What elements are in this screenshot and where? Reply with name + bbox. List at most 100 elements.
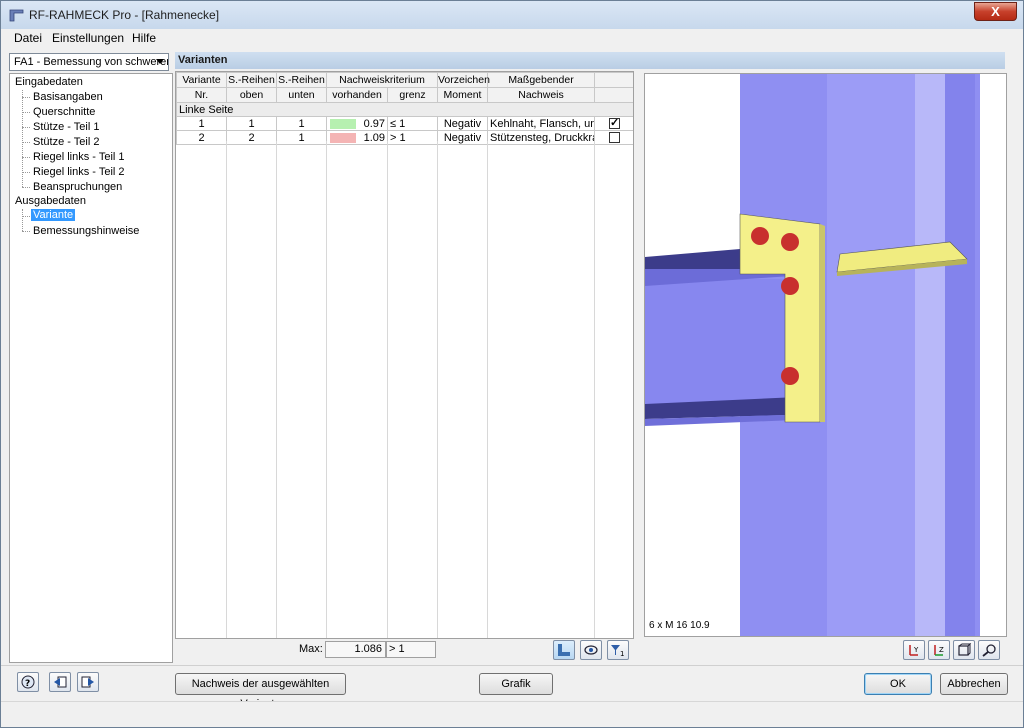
filter-icon: 1 bbox=[611, 645, 624, 658]
table-row[interactable]: 2 2 1 1.09 > 1 Negativ Stützensteg, Druc… bbox=[176, 130, 633, 145]
col-header-reihen-oben[interactable]: S.-Reihen bbox=[226, 72, 277, 88]
tree-item-beanspruchungen[interactable]: Beanspruchungen bbox=[33, 181, 122, 193]
menu-hilfe[interactable]: Hilfe bbox=[132, 31, 156, 45]
tree-item-bemessungshinweise[interactable]: Bemessungshinweise bbox=[33, 225, 139, 237]
tree-connector bbox=[22, 172, 30, 173]
eye-icon bbox=[584, 645, 598, 655]
col-subheader-check bbox=[594, 87, 633, 103]
view-iso-button[interactable] bbox=[953, 640, 975, 660]
view-z-icon: Z bbox=[934, 645, 944, 656]
cell-unten[interactable]: 1 bbox=[276, 130, 327, 145]
cell-grenz[interactable]: ≤ 1 bbox=[387, 116, 438, 131]
tree-connector bbox=[22, 231, 30, 232]
grid-column-line bbox=[387, 141, 388, 638]
cell-check[interactable] bbox=[594, 116, 633, 131]
help-button[interactable]: ? bbox=[17, 672, 39, 692]
help-icon: ? bbox=[21, 675, 35, 689]
ok-button[interactable]: OK bbox=[864, 673, 932, 695]
cell-nr[interactable]: 1 bbox=[176, 116, 227, 131]
col-header-vorzeichen[interactable]: Vorzeichen bbox=[437, 72, 490, 88]
previous-button[interactable] bbox=[49, 672, 71, 692]
tree-item-variante[interactable]: Variante bbox=[31, 209, 76, 221]
col-header-massgebend[interactable]: Maßgebender bbox=[487, 72, 595, 88]
cell-unten[interactable]: 1 bbox=[276, 116, 327, 131]
menu-bar: Datei Einstellungen Hilfe bbox=[1, 29, 1023, 47]
tree-item-stuetze-1[interactable]: Stütze - Teil 1 bbox=[33, 121, 99, 133]
case-select[interactable]: FA1 - Bemessung von schweren bbox=[9, 53, 169, 71]
tree-header-output[interactable]: Ausgabedaten bbox=[15, 195, 86, 207]
col-header-check[interactable] bbox=[594, 72, 633, 88]
cell-vorhanden-value: 0.97 bbox=[363, 117, 385, 130]
bolt bbox=[781, 367, 799, 385]
grid-column-line bbox=[594, 141, 595, 638]
cell-nachweis[interactable]: Kehlnaht, Flansch, unt bbox=[487, 116, 595, 131]
view-z-button[interactable]: Z bbox=[928, 640, 950, 660]
tree-connector bbox=[22, 187, 30, 188]
cell-moment[interactable]: Negativ bbox=[437, 130, 488, 145]
tree-connector bbox=[22, 142, 30, 143]
navigator-tree: Eingabedaten Basisangaben Querschnitte S… bbox=[9, 73, 173, 663]
col-header-nachweiskriterium[interactable]: Nachweiskriterium bbox=[326, 72, 438, 88]
menu-einstellungen[interactable]: Einstellungen bbox=[52, 31, 124, 45]
cell-nachweis[interactable]: Stützensteg, Druckkra bbox=[487, 130, 595, 145]
close-button[interactable]: X bbox=[974, 2, 1017, 21]
zoom-icon bbox=[982, 644, 996, 657]
col-header-reihen-unten[interactable]: S.-Reihen bbox=[276, 72, 327, 88]
bottom-bar: ? Nachweis der ausgewählten Variante Gra… bbox=[1, 665, 1023, 710]
ratio-bar bbox=[330, 133, 356, 143]
cancel-button[interactable]: Abbrechen bbox=[940, 673, 1008, 695]
chevron-down-icon bbox=[156, 59, 164, 64]
table-row[interactable]: 1 1 1 0.97 ≤ 1 Negativ Kehlnaht, Flansch… bbox=[176, 116, 633, 131]
grid-column-line bbox=[226, 141, 227, 638]
grafik-button[interactable]: Grafik bbox=[479, 673, 553, 695]
col-subheader-nachweis: Nachweis bbox=[487, 87, 595, 103]
table-select-button[interactable] bbox=[553, 640, 575, 660]
tree-item-riegel-1[interactable]: Riegel links - Teil 1 bbox=[33, 151, 125, 163]
title-bar: RF-RAHMECK Pro - [Rahmenecke] X bbox=[1, 1, 1023, 29]
window-title: RF-RAHMECK Pro - [Rahmenecke] bbox=[29, 8, 220, 22]
tree-header-input[interactable]: Eingabedaten bbox=[15, 76, 83, 88]
max-label: Max: bbox=[299, 643, 323, 655]
grid-footer: Max: 1.086 > 1 1 bbox=[175, 639, 634, 661]
col-subheader-moment: Moment bbox=[437, 87, 488, 103]
previous-icon bbox=[54, 676, 67, 688]
tree-item-riegel-2[interactable]: Riegel links - Teil 2 bbox=[33, 166, 125, 178]
filter-button[interactable]: 1 bbox=[607, 640, 629, 660]
view-y-button[interactable]: Y bbox=[903, 640, 925, 660]
variant-checkbox[interactable] bbox=[609, 117, 620, 130]
cell-nr[interactable]: 2 bbox=[176, 130, 227, 145]
variant-checkbox[interactable] bbox=[609, 132, 620, 144]
next-button[interactable] bbox=[77, 672, 99, 692]
svg-text:Y: Y bbox=[913, 646, 919, 654]
connection-graphic[interactable]: 6 x M 16 10.9 bbox=[644, 73, 1007, 637]
tree-connector bbox=[22, 127, 30, 128]
tree-item-stuetze-2[interactable]: Stütze - Teil 2 bbox=[33, 136, 99, 148]
cell-vorhanden[interactable]: 1.09 bbox=[326, 130, 388, 145]
col-subheader-unten: unten bbox=[276, 87, 327, 103]
variants-grid[interactable]: Variante S.-Reihen S.-Reihen Nachweiskri… bbox=[175, 71, 634, 639]
group-row: Linke Seite bbox=[176, 102, 633, 117]
menu-datei[interactable]: Datei bbox=[14, 31, 42, 45]
cell-moment[interactable]: Negativ bbox=[437, 116, 488, 131]
tree-item-querschnitte[interactable]: Querschnitte bbox=[33, 106, 95, 118]
cell-vorhanden-value: 1.09 bbox=[363, 131, 385, 144]
tree-connector bbox=[22, 216, 30, 217]
bolt bbox=[781, 233, 799, 251]
status-bar bbox=[1, 701, 1023, 727]
tree-item-basisangaben[interactable]: Basisangaben bbox=[33, 91, 103, 103]
view-button[interactable] bbox=[580, 640, 602, 660]
nachweis-button[interactable]: Nachweis der ausgewählten Variante bbox=[175, 673, 346, 710]
cell-oben[interactable]: 1 bbox=[226, 116, 277, 131]
column-highlight bbox=[915, 74, 945, 636]
graphic-toolbar: Y Z bbox=[644, 639, 1007, 661]
cell-vorhanden[interactable]: 0.97 bbox=[326, 116, 388, 131]
column-flange bbox=[827, 74, 925, 636]
cell-oben[interactable]: 2 bbox=[226, 130, 277, 145]
svg-text:1: 1 bbox=[620, 650, 624, 657]
grid-column-line bbox=[487, 141, 488, 638]
zoom-button[interactable] bbox=[978, 640, 1000, 660]
cell-check[interactable] bbox=[594, 130, 633, 145]
cell-grenz[interactable]: > 1 bbox=[387, 130, 438, 145]
svg-text:Z: Z bbox=[939, 646, 944, 654]
col-header-variante[interactable]: Variante bbox=[176, 72, 227, 88]
